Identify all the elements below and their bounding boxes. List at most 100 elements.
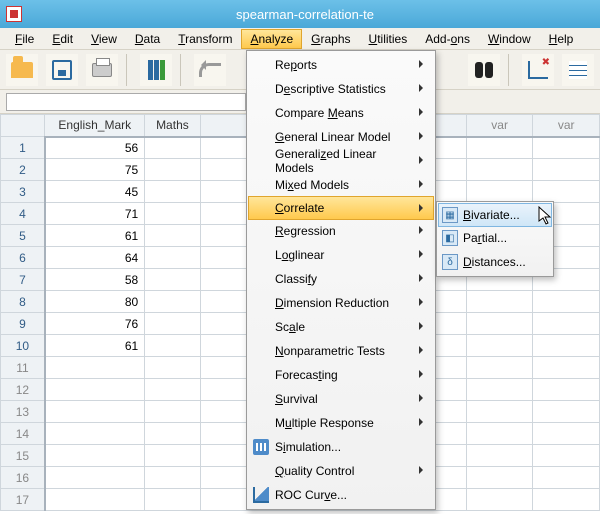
menu-item-dimension-reduction[interactable]: Dimension Reduction	[249, 291, 433, 315]
cell-empty[interactable]	[466, 159, 533, 181]
row-header[interactable]: 12	[1, 379, 45, 401]
cell-empty[interactable]	[466, 137, 533, 159]
menu-item-generalized-linear-models[interactable]: Generalized Linear Models	[249, 149, 433, 173]
chart-button[interactable]	[522, 54, 554, 86]
menu-item-nonparametric-tests[interactable]: Nonparametric Tests	[249, 339, 433, 363]
menu-item-regression[interactable]: Regression	[249, 219, 433, 243]
cell-english[interactable]: 45	[45, 181, 145, 203]
cell-maths[interactable]	[145, 269, 200, 291]
cell-english[interactable]: 64	[45, 247, 145, 269]
menu-item-classify[interactable]: Classify	[249, 267, 433, 291]
cell-maths[interactable]	[145, 357, 200, 379]
cell-empty[interactable]	[533, 401, 600, 423]
menu-item-general-linear-model[interactable]: General Linear Model	[249, 125, 433, 149]
cell-english[interactable]: 56	[45, 137, 145, 159]
menu-file[interactable]: File	[6, 29, 43, 49]
cell-empty[interactable]	[466, 445, 533, 467]
menu-help[interactable]: Help	[540, 29, 583, 49]
menu-item-mixed-models[interactable]: Mixed Models	[249, 173, 433, 197]
row-header[interactable]: 9	[1, 313, 45, 335]
cell-empty[interactable]	[533, 181, 600, 203]
submenu-item-bivariate[interactable]: ▦Bivariate...	[438, 203, 552, 227]
cell-english[interactable]: 61	[45, 225, 145, 247]
menu-item-compare-means[interactable]: Compare Means	[249, 101, 433, 125]
row-header[interactable]: 10	[1, 335, 45, 357]
cell-maths[interactable]	[145, 445, 200, 467]
cell-empty[interactable]	[533, 137, 600, 159]
cell-empty[interactable]	[533, 379, 600, 401]
cell-reference-box[interactable]	[6, 93, 246, 111]
menu-item-reports[interactable]: Reports	[249, 53, 433, 77]
cell-empty[interactable]	[533, 159, 600, 181]
menu-item-roc-curve[interactable]: ROC Curve...	[249, 483, 433, 507]
grid-corner[interactable]	[1, 115, 45, 137]
column-header-english[interactable]: English_Mark	[45, 115, 145, 137]
cell-empty[interactable]	[466, 181, 533, 203]
row-header[interactable]: 8	[1, 291, 45, 313]
cell-english[interactable]	[45, 357, 145, 379]
menu-item-quality-control[interactable]: Quality Control	[249, 459, 433, 483]
cell-empty[interactable]	[466, 357, 533, 379]
cell-english[interactable]	[45, 445, 145, 467]
cell-maths[interactable]	[145, 225, 200, 247]
undo-button[interactable]	[194, 54, 226, 86]
menu-window[interactable]: Window	[479, 29, 540, 49]
weight-button[interactable]	[562, 54, 594, 86]
row-header[interactable]: 1	[1, 137, 45, 159]
menu-view[interactable]: View	[82, 29, 126, 49]
column-header-var[interactable]: var	[533, 115, 600, 137]
cell-english[interactable]	[45, 379, 145, 401]
cell-maths[interactable]	[145, 137, 200, 159]
menu-item-survival[interactable]: Survival	[249, 387, 433, 411]
cell-english[interactable]: 61	[45, 335, 145, 357]
menu-utilities[interactable]: Utilities	[360, 29, 417, 49]
row-header[interactable]: 5	[1, 225, 45, 247]
cell-english[interactable]	[45, 467, 145, 489]
menu-transform[interactable]: Transform	[169, 29, 241, 49]
cell-maths[interactable]	[145, 489, 200, 511]
cell-english[interactable]: 58	[45, 269, 145, 291]
column-header-maths[interactable]: Maths	[145, 115, 200, 137]
cell-empty[interactable]	[466, 379, 533, 401]
menu-item-loglinear[interactable]: Loglinear	[249, 243, 433, 267]
cell-empty[interactable]	[533, 445, 600, 467]
row-header[interactable]: 17	[1, 489, 45, 511]
cell-empty[interactable]	[533, 335, 600, 357]
cell-empty[interactable]	[533, 291, 600, 313]
menu-addons[interactable]: Add-ons	[416, 29, 479, 49]
cell-empty[interactable]	[466, 423, 533, 445]
cell-english[interactable]	[45, 423, 145, 445]
cell-maths[interactable]	[145, 335, 200, 357]
open-button[interactable]	[6, 54, 38, 86]
menu-analyze[interactable]: Analyze	[241, 29, 302, 49]
menu-item-forecasting[interactable]: Forecasting	[249, 363, 433, 387]
row-header[interactable]: 16	[1, 467, 45, 489]
row-header[interactable]: 11	[1, 357, 45, 379]
cell-empty[interactable]	[533, 467, 600, 489]
menu-item-multiple-response[interactable]: Multiple Response	[249, 411, 433, 435]
cell-english[interactable]: 76	[45, 313, 145, 335]
cell-maths[interactable]	[145, 467, 200, 489]
cell-maths[interactable]	[145, 379, 200, 401]
row-header[interactable]: 2	[1, 159, 45, 181]
cell-empty[interactable]	[533, 313, 600, 335]
cell-empty[interactable]	[533, 489, 600, 511]
cell-maths[interactable]	[145, 181, 200, 203]
menu-graphs[interactable]: Graphs	[302, 29, 359, 49]
cell-english[interactable]	[45, 489, 145, 511]
cell-maths[interactable]	[145, 401, 200, 423]
save-button[interactable]	[46, 54, 78, 86]
menu-item-simulation[interactable]: Simulation...	[249, 435, 433, 459]
row-header[interactable]: 15	[1, 445, 45, 467]
cell-empty[interactable]	[466, 313, 533, 335]
cell-english[interactable]: 71	[45, 203, 145, 225]
cell-maths[interactable]	[145, 291, 200, 313]
cell-empty[interactable]	[466, 401, 533, 423]
menu-data[interactable]: Data	[126, 29, 169, 49]
column-header-var[interactable]: var	[466, 115, 533, 137]
menu-item-correlate[interactable]: Correlate	[248, 196, 434, 220]
cell-empty[interactable]	[466, 291, 533, 313]
row-header[interactable]: 6	[1, 247, 45, 269]
row-header[interactable]: 14	[1, 423, 45, 445]
cell-maths[interactable]	[145, 313, 200, 335]
